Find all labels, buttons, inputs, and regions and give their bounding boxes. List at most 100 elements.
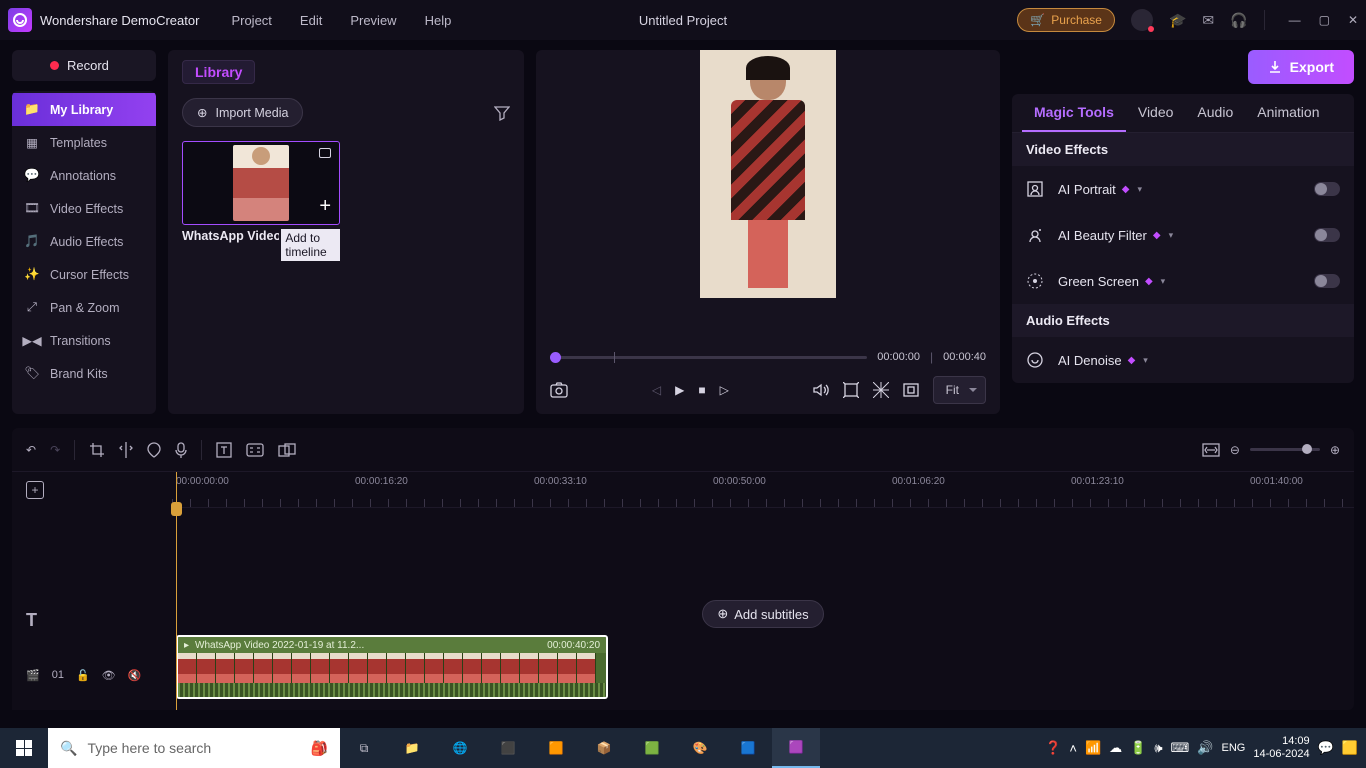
group-tool[interactable] xyxy=(278,443,296,457)
tray-pinned-icon[interactable]: 🟨 xyxy=(1342,740,1358,756)
sidebar-item-cursor-effects[interactable]: ✨ Cursor Effects xyxy=(12,258,156,291)
taskbar-search[interactable]: 🔍 Type here to search 🎒 xyxy=(48,728,340,768)
toggle-ai-beauty[interactable] xyxy=(1314,228,1340,242)
sidebar-item-transitions[interactable]: ▶◀ Transitions xyxy=(12,324,156,357)
progress-track[interactable] xyxy=(550,356,867,359)
stop-button[interactable]: ■ xyxy=(698,383,705,397)
playhead[interactable] xyxy=(176,472,177,710)
app-misc-1[interactable]: 🟧 xyxy=(532,728,580,768)
sidebar-item-audio-effects[interactable]: 🎵 Audio Effects xyxy=(12,225,156,258)
app-explorer[interactable]: 📁 xyxy=(388,728,436,768)
visibility-icon[interactable]: 👁 xyxy=(102,669,116,682)
message-icon[interactable]: ✉ xyxy=(1202,12,1214,29)
video-track[interactable]: ▸ WhatsApp Video 2022-01-19 at 11.2... 0… xyxy=(172,634,1354,700)
lock-icon[interactable]: 🔓 xyxy=(76,669,90,682)
clip-thumbnail[interactable]: + xyxy=(182,141,340,225)
sidebar-item-video-effects[interactable]: 🎞 Video Effects xyxy=(12,192,156,225)
row-ai-portrait[interactable]: AI Portrait◆▾ xyxy=(1012,166,1354,212)
subtitle-track[interactable]: ⊕ Add subtitles xyxy=(172,594,1354,634)
sidebar-item-annotations[interactable]: 💬 Annotations xyxy=(12,159,156,192)
prev-frame-button[interactable]: ◁ xyxy=(652,383,661,397)
app-terminal[interactable]: ⬛ xyxy=(484,728,532,768)
zoom-out-button[interactable]: ⊖ xyxy=(1230,443,1240,457)
timeline-ruler[interactable]: 00:00:00:00 00:00:16:20 00:00:33:10 00:0… xyxy=(172,472,1354,508)
fit-timeline-button[interactable] xyxy=(1202,443,1220,457)
empty-track-area[interactable] xyxy=(172,508,1354,594)
tray-cloud-icon[interactable]: ☁ xyxy=(1109,740,1122,756)
sidebar-item-pan-zoom[interactable]: ⤢ Pan & Zoom xyxy=(12,291,156,324)
task-view-button[interactable]: ⧉ xyxy=(340,728,388,768)
crop-button[interactable] xyxy=(843,382,859,398)
sidebar-item-templates[interactable]: ▦ Templates xyxy=(12,126,156,159)
filter-icon[interactable] xyxy=(494,105,510,121)
purchase-button[interactable]: 🛒 Purchase xyxy=(1017,8,1115,32)
tray-keyboard-icon[interactable]: ⌨ xyxy=(1171,740,1190,756)
menu-preview[interactable]: Preview xyxy=(350,13,396,28)
media-clip[interactable]: + WhatsApp Video 2022-01- Add to timelin… xyxy=(182,141,340,261)
mute-icon[interactable]: 🔇 xyxy=(128,669,142,682)
app-archive[interactable]: 📦 xyxy=(580,728,628,768)
sidebar-item-my-library[interactable]: 📁 My Library xyxy=(12,93,156,126)
maximize-button[interactable]: ▢ xyxy=(1319,13,1330,27)
toggle-ai-portrait[interactable] xyxy=(1314,182,1340,196)
zoom-slider[interactable] xyxy=(1250,448,1320,451)
close-button[interactable]: ✕ xyxy=(1348,13,1358,27)
zoom-in-button[interactable]: ⊕ xyxy=(1330,443,1340,457)
next-frame-button[interactable]: ▷ xyxy=(720,383,729,397)
app-chrome[interactable]: 🌐 xyxy=(436,728,484,768)
export-button[interactable]: Export xyxy=(1248,50,1354,84)
zoom-knob-icon[interactable] xyxy=(1302,444,1312,454)
play-button[interactable]: ▶ xyxy=(675,383,684,397)
avatar-icon[interactable] xyxy=(1131,9,1153,31)
app-excel[interactable]: 🟩 xyxy=(628,728,676,768)
tray-overflow-icon[interactable]: ˄ xyxy=(1069,741,1077,756)
timeline-tracks[interactable]: 00:00:00:00 00:00:16:20 00:00:33:10 00:0… xyxy=(172,472,1354,710)
grid-button[interactable] xyxy=(873,382,889,398)
minimize-button[interactable]: — xyxy=(1289,13,1301,27)
tray-help-icon[interactable]: ❓ xyxy=(1045,740,1061,756)
app-democreator[interactable]: 🟪 xyxy=(772,728,820,768)
support-icon[interactable]: 🎧 xyxy=(1230,12,1247,29)
tray-clock[interactable]: 14:09 14-06-2024 xyxy=(1253,735,1309,761)
split-tool[interactable] xyxy=(119,442,133,458)
preview-canvas[interactable] xyxy=(550,50,986,340)
crop-tool[interactable] xyxy=(89,442,105,458)
tray-volume-icon[interactable]: 🔊 xyxy=(1197,740,1213,756)
fit-select[interactable]: Fit xyxy=(933,376,986,404)
library-tab[interactable]: Library xyxy=(182,60,255,84)
tab-magic-tools[interactable]: Magic Tools xyxy=(1022,94,1126,132)
add-subtitles-button[interactable]: ⊕ Add subtitles xyxy=(702,600,823,628)
menu-edit[interactable]: Edit xyxy=(300,13,322,28)
menu-help[interactable]: Help xyxy=(425,13,452,28)
tab-audio[interactable]: Audio xyxy=(1185,94,1245,132)
undo-button[interactable]: ↶ xyxy=(26,443,36,457)
tab-video[interactable]: Video xyxy=(1126,94,1186,132)
start-button[interactable] xyxy=(0,728,48,768)
snapshot-button[interactable] xyxy=(550,382,568,398)
volume-button[interactable] xyxy=(813,383,829,397)
tray-notifications-icon[interactable]: 💬 xyxy=(1318,740,1334,756)
add-to-timeline-button[interactable]: + xyxy=(319,195,331,218)
tray-battery-icon[interactable]: 🔋 xyxy=(1130,740,1146,756)
menu-project[interactable]: Project xyxy=(231,13,271,28)
progress-knob-icon[interactable] xyxy=(550,352,561,363)
voiceover-tool[interactable] xyxy=(175,442,187,458)
marker-tool[interactable] xyxy=(147,442,161,458)
fullscreen-button[interactable] xyxy=(903,383,919,397)
row-ai-denoise[interactable]: AI Denoise◆▾ xyxy=(1012,337,1354,383)
tray-language[interactable]: ENG xyxy=(1222,742,1246,754)
tray-wifi-icon[interactable]: 📶 xyxy=(1085,740,1101,756)
row-ai-beauty[interactable]: AI Beauty Filter◆▾ xyxy=(1012,212,1354,258)
tray-bluetooth-icon[interactable]: 🕪 xyxy=(1154,740,1162,756)
timeline-clip[interactable]: ▸ WhatsApp Video 2022-01-19 at 11.2... 0… xyxy=(176,635,608,699)
redo-button[interactable]: ↷ xyxy=(50,443,60,457)
import-media-button[interactable]: ⊕ Import Media xyxy=(182,98,303,127)
add-track-button[interactable]: + xyxy=(26,481,44,499)
caption-tool[interactable] xyxy=(246,443,264,457)
record-button[interactable]: Record xyxy=(12,50,156,81)
app-paint[interactable]: 🎨 xyxy=(676,728,724,768)
academy-icon[interactable]: 🎓 xyxy=(1169,12,1186,29)
row-green-screen[interactable]: Green Screen◆▾ xyxy=(1012,258,1354,304)
app-word[interactable]: 🟦 xyxy=(724,728,772,768)
toggle-green-screen[interactable] xyxy=(1314,274,1340,288)
